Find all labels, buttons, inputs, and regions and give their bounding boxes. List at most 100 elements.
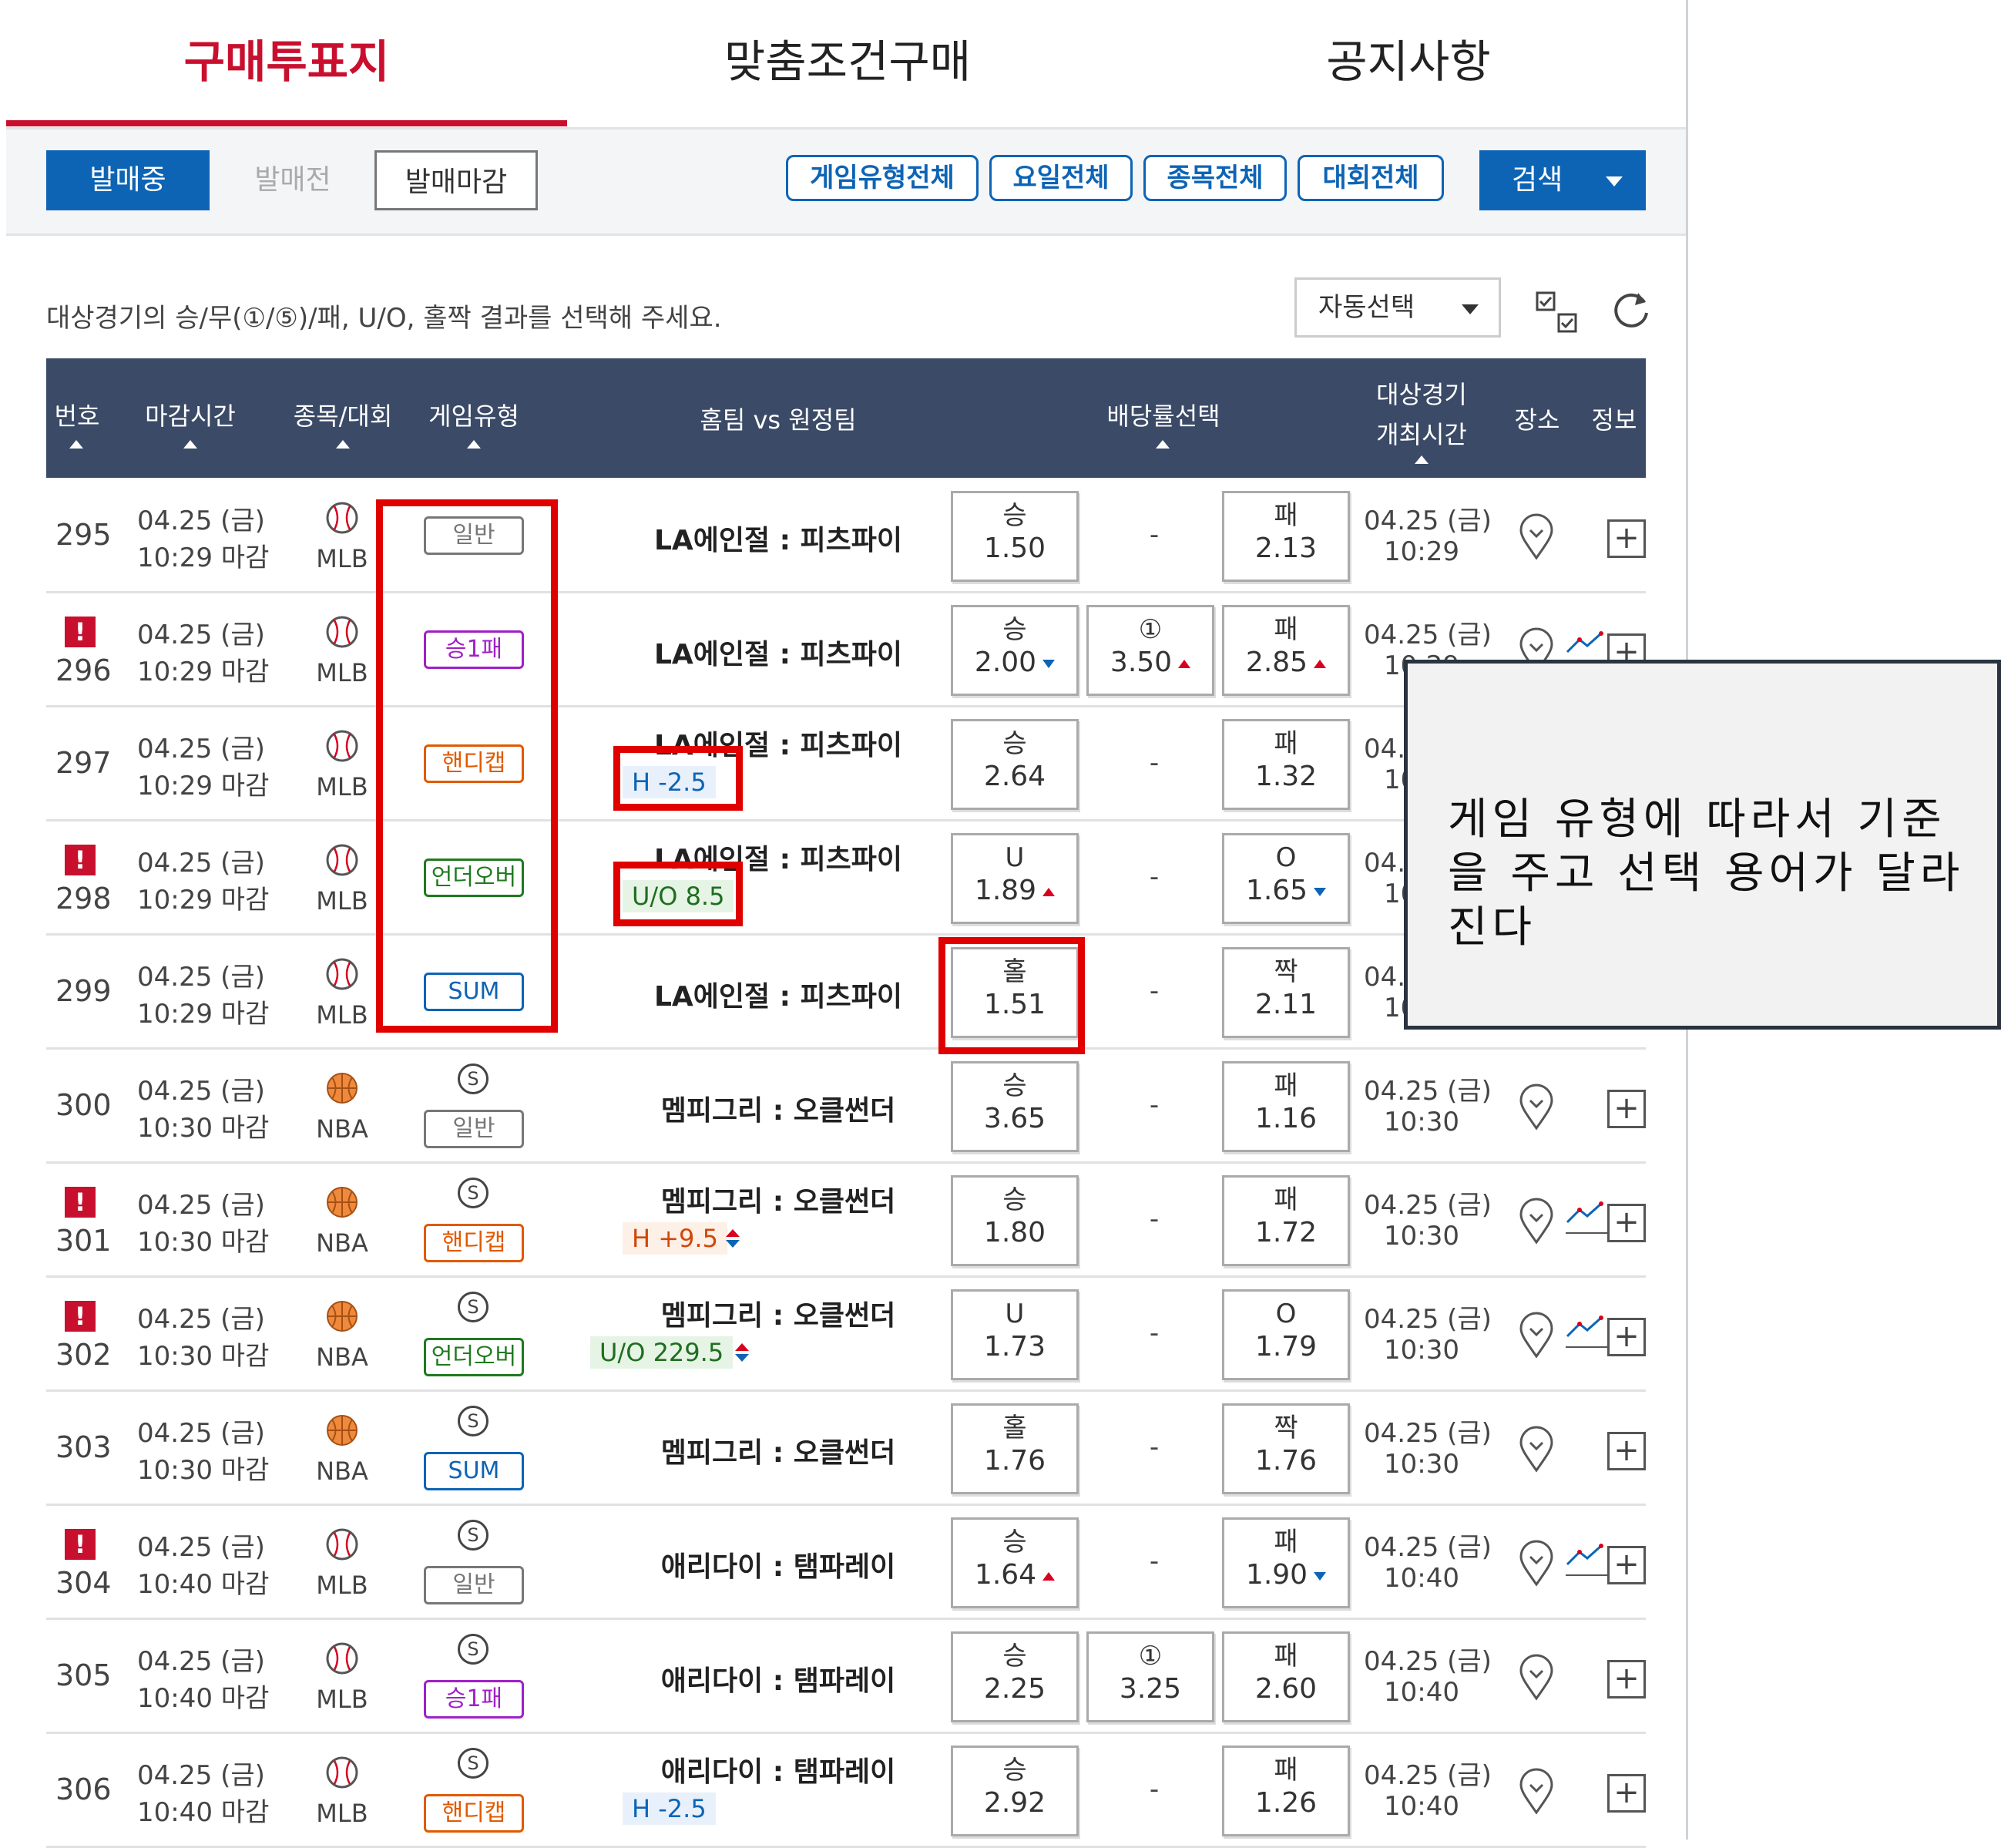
odds-option-home[interactable]: 승 2.64 [951,719,1079,810]
sport-league-label: MLB [316,1685,368,1714]
odds-option-home[interactable]: 승 1.50 [951,491,1079,582]
odds-option-away[interactable]: 패 1.90 [1222,1517,1350,1608]
warning-icon: ! [65,845,96,875]
expand-info-button[interactable]: + [1607,1660,1646,1698]
expand-info-button[interactable]: + [1607,519,1646,558]
odds-option-home[interactable]: 홀 1.76 [951,1403,1079,1494]
match-teams[interactable]: 애리다이 : 탬파레이 [586,1749,971,1789]
odds-option-away[interactable]: 패 1.32 [1222,719,1350,810]
auto-select-dropdown[interactable]: 자동선택 [1294,277,1501,338]
sort-arrow-icon[interactable] [467,440,481,449]
odds-option-away[interactable]: 패 1.16 [1222,1061,1350,1152]
refresh-icon[interactable] [1610,290,1652,331]
status-closed-button[interactable]: 발매마감 [374,150,538,210]
match-teams[interactable]: 멤피그리 : 오클썬더 [586,1088,971,1128]
odds-option-home[interactable]: 승 2.92 [951,1746,1079,1836]
sort-arrow-icon[interactable] [1415,455,1429,464]
tab-notices[interactable]: 공지사항 [1128,0,1689,127]
odds-option-home[interactable]: U 1.89 [951,833,1079,924]
odds-trend-icon[interactable] [1564,1198,1610,1236]
odds-up-icon [1042,887,1056,896]
odds-option-away[interactable]: 패 1.26 [1222,1746,1350,1836]
match-teams[interactable]: 애리다이 : 탬파레이 [586,1544,971,1584]
match-teams[interactable]: 멤피그리 : 오클썬더 [586,1179,971,1219]
game-date: 04.25 (금) [1364,1418,1492,1449]
odds-trend-icon[interactable] [1564,1312,1610,1350]
odds-option-home[interactable]: 승 1.64 [951,1517,1079,1608]
odds-option-away[interactable]: 짝 2.11 [1222,947,1350,1038]
location-pin-icon[interactable] [1518,1768,1555,1816]
status-on-sale-button[interactable]: 발매중 [46,150,210,210]
special-s-icon: S [458,1178,488,1208]
sort-arrow-icon[interactable] [69,440,83,449]
odds-option-home[interactable]: 승 1.80 [951,1175,1079,1266]
handicap-value: H +9.5 [623,1222,727,1255]
odds-option-home[interactable]: 승 2.25 [951,1631,1079,1722]
location-pin-icon[interactable] [1518,1084,1555,1131]
header-teams: 홈팀 vs 원정팀 [700,405,857,435]
odds-option-away[interactable]: O 1.65 [1222,833,1350,924]
game-type-filter[interactable]: 게임유형전체 [786,155,979,201]
match-number: 297 [55,746,112,780]
match-teams[interactable]: LA에인절 : 피츠파이 [586,632,971,672]
annotation-callout: 게임 유형에 따라서 기준을 주고 선택 용어가 달라진다 [1404,660,2001,1030]
checkbox-toggle-icon[interactable] [1536,291,1579,334]
no-draw-dash: - [1149,976,1160,1006]
odds-option-draw[interactable]: ① 3.25 [1086,1631,1214,1722]
expand-info-button[interactable]: + [1607,1204,1646,1242]
match-number: 305 [55,1658,112,1692]
game-time: 10:30 [1384,1449,1459,1480]
odds-option-away[interactable]: 패 2.85 [1222,605,1350,696]
header-odds[interactable]: 배당률선택 [1071,397,1256,432]
match-number: 301 [55,1224,112,1258]
search-button[interactable]: 검색 [1479,150,1646,210]
tab-custom-purchase[interactable]: 맞춤조건구매 [567,0,1128,127]
location-pin-icon[interactable] [1518,1654,1555,1702]
odds-option-home[interactable]: 승 3.65 [951,1061,1079,1152]
match-teams[interactable]: LA에인절 : 피츠파이 [586,518,971,558]
odds-option-away[interactable]: 패 2.60 [1222,1631,1350,1722]
odds-label: 패 [1274,500,1298,531]
header-deadline[interactable]: 마감시간 [133,397,248,432]
annotation-odd-even-box [938,937,1085,1054]
sport-filter[interactable]: 종목전체 [1143,155,1287,201]
sort-arrow-icon[interactable] [183,440,197,449]
match-teams[interactable]: LA에인절 : 피츠파이 [586,974,971,1014]
sort-arrow-icon[interactable] [336,440,350,449]
location-pin-icon[interactable] [1518,1426,1555,1473]
location-pin-icon[interactable] [1518,1312,1555,1359]
no-draw-dash: - [1149,1318,1160,1349]
location-pin-icon[interactable] [1518,1540,1555,1588]
header-number[interactable]: 번호 [46,397,108,432]
header-sport[interactable]: 종목/대회 [281,397,405,432]
league-filter[interactable]: 대회전체 [1298,155,1444,201]
expand-info-button[interactable]: + [1607,1546,1646,1584]
tab-purchase-slip[interactable]: 구매투표지 [6,0,567,127]
match-teams[interactable]: 멤피그리 : 오클썬더 [586,1430,971,1470]
no-draw-dash: - [1149,519,1160,550]
location-pin-icon[interactable] [1518,1198,1555,1245]
expand-info-button[interactable]: + [1607,1432,1646,1470]
odds-option-away[interactable]: O 1.79 [1222,1289,1350,1380]
sort-arrow-icon[interactable] [1156,440,1170,449]
odds-option-away[interactable]: 패 2.13 [1222,491,1350,582]
status-before-sale-button[interactable]: 발매전 [211,150,374,210]
game-date: 04.25 (금) [1364,1304,1492,1335]
expand-info-button[interactable]: + [1607,1090,1646,1128]
match-teams[interactable]: 애리다이 : 탬파레이 [586,1658,971,1698]
odds-option-away[interactable]: 패 1.72 [1222,1175,1350,1266]
deadline-date: 04.25 (금) [137,1760,265,1791]
odds-option-home[interactable]: 승 2.00 [951,605,1079,696]
header-game-type[interactable]: 게임유형 [416,397,532,432]
day-filter[interactable]: 요일전체 [989,155,1133,201]
odds-down-icon [1314,1571,1327,1581]
match-number: 295 [55,518,112,552]
odds-option-away[interactable]: 짝 1.76 [1222,1403,1350,1494]
expand-info-button[interactable]: + [1607,1774,1646,1813]
location-pin-icon[interactable] [1518,513,1555,561]
match-teams[interactable]: 멤피그리 : 오클썬더 [586,1293,971,1333]
odds-option-home[interactable]: U 1.73 [951,1289,1079,1380]
expand-info-button[interactable]: + [1607,1318,1646,1356]
odds-option-draw[interactable]: ① 3.50 [1086,605,1214,696]
odds-trend-icon[interactable] [1564,1540,1610,1578]
